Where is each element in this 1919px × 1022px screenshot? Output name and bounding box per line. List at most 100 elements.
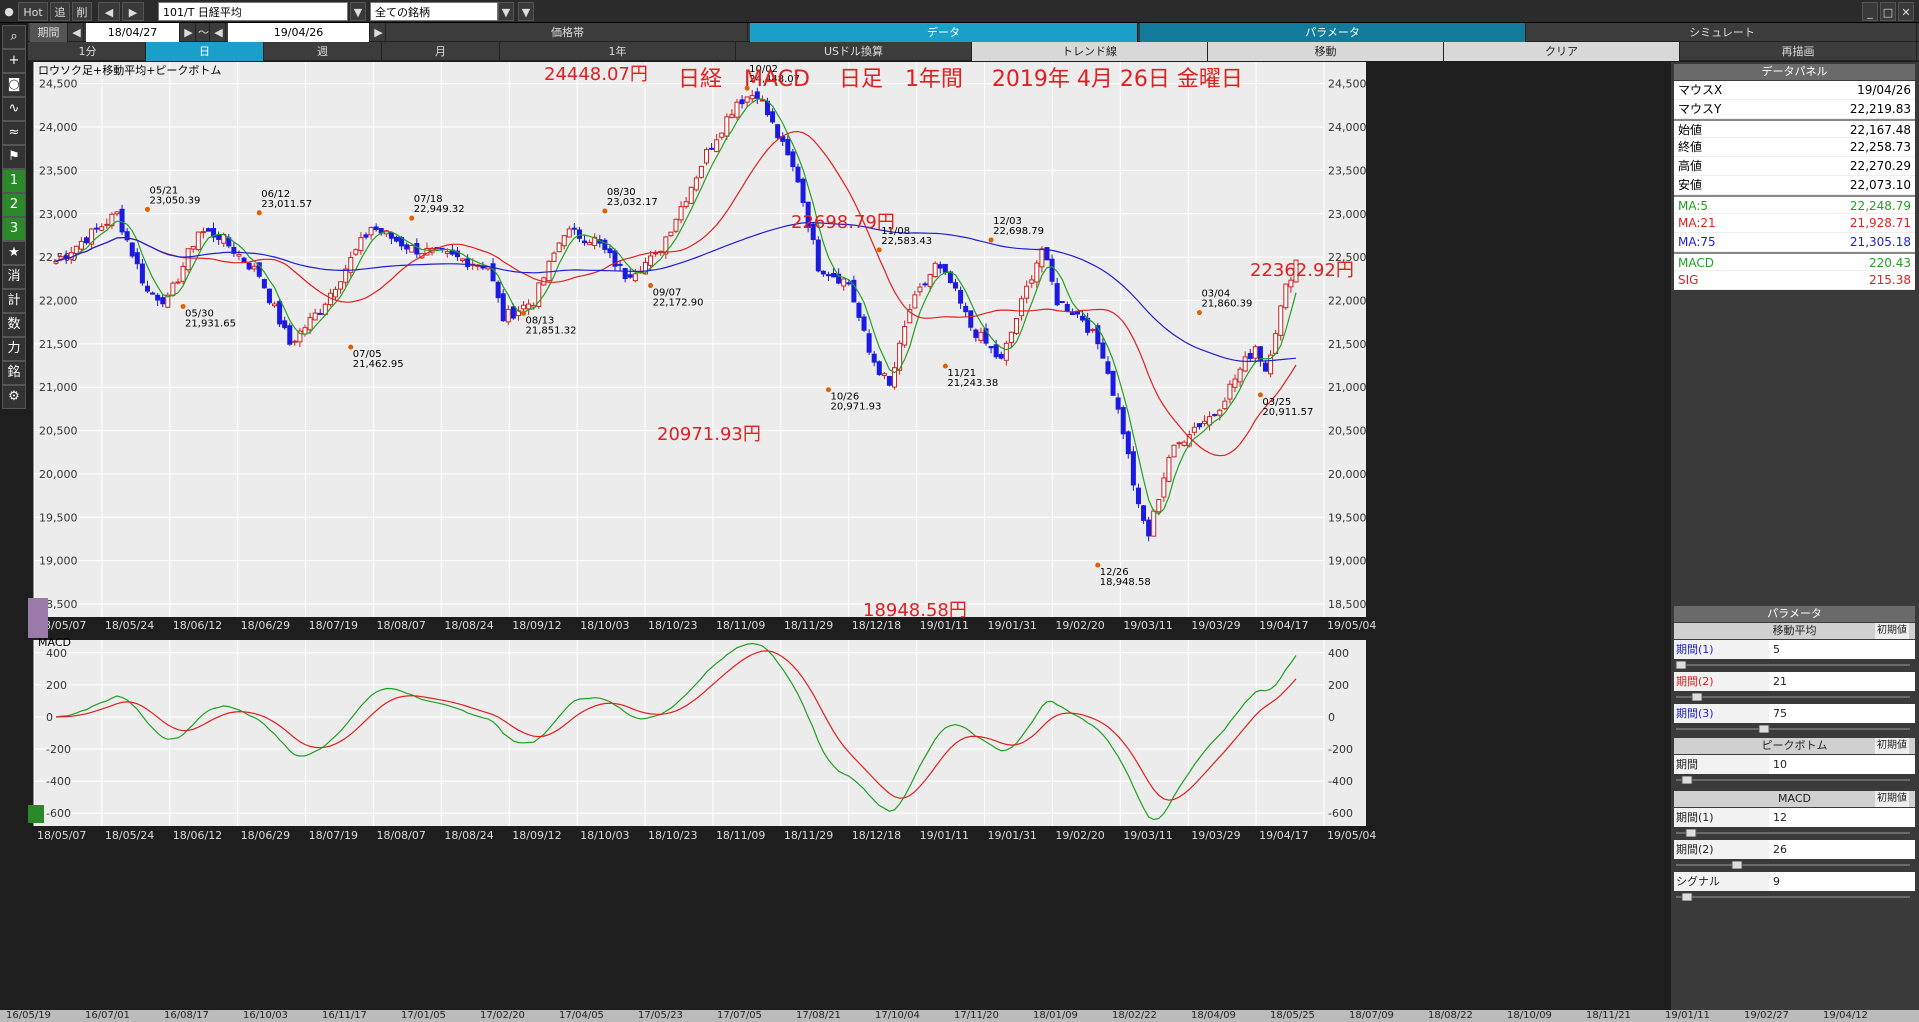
pb-input[interactable]: 10	[1769, 755, 1915, 774]
y-tick-label: 24,000	[39, 121, 78, 134]
crosshair-icon[interactable]: +	[2, 49, 26, 73]
chart-icon[interactable]: ∿	[2, 97, 26, 121]
signal-label: シグナル	[1676, 875, 1720, 888]
timeline-scrollbar[interactable]: 16/05/19 16/07/01 16/08/17 16/10/03 16/11/17…	[0, 1010, 1919, 1022]
m2-input[interactable]: 26	[1769, 840, 1915, 859]
y-tick-label-right: 20,500	[1328, 425, 1367, 438]
flag-icon[interactable]: ⚑	[2, 145, 26, 169]
candle-body	[653, 252, 659, 255]
peak-marker	[256, 210, 262, 216]
left-tool-10[interactable]: 消	[2, 265, 26, 289]
signal-slider[interactable]	[1674, 893, 1912, 901]
m1-input[interactable]: 12	[1769, 808, 1915, 827]
pb-slider[interactable]	[1674, 776, 1912, 784]
add-button[interactable]: 追	[50, 2, 70, 21]
data-key: MA:75	[1678, 235, 1716, 249]
left-tool-14[interactable]: 銘	[2, 361, 26, 385]
tab-daily[interactable]: 日	[146, 42, 264, 61]
usd-button[interactable]: USドル換算	[736, 42, 972, 61]
left-tool-11[interactable]: 計	[2, 289, 26, 313]
p2-slider[interactable]	[1674, 693, 1912, 701]
chevron-down-icon[interactable]: ▼	[518, 2, 534, 21]
filter-select[interactable]: 全ての銘柄	[370, 2, 498, 21]
left-tool-7[interactable]: 2	[2, 193, 26, 217]
next-arrow-icon[interactable]: ▶	[372, 23, 386, 42]
candle-body	[1181, 441, 1187, 446]
date-to-input[interactable]: 19/04/26	[228, 23, 370, 42]
tab-1year[interactable]: 1年	[500, 42, 736, 61]
chevron-down-icon[interactable]: ▼	[350, 2, 366, 21]
candle-body	[1202, 420, 1208, 425]
macd-reset-button[interactable]: 初期値	[1875, 791, 1909, 807]
symbol-select[interactable]: 101/T 日経平均	[158, 2, 348, 21]
data-key: 始値	[1678, 123, 1703, 137]
candle-body	[1263, 362, 1269, 372]
tab-price-band[interactable]: 価格帯	[388, 23, 748, 42]
left-tool-8[interactable]: 3	[2, 217, 26, 241]
gear-icon[interactable]: ⚙	[2, 385, 26, 409]
p1-input[interactable]: 5	[1769, 640, 1915, 659]
data-value: 22,167.48	[1849, 123, 1911, 137]
redraw-button[interactable]: 再描画	[1680, 42, 1917, 61]
candle-body	[393, 236, 399, 242]
left-tool-12[interactable]: 数	[2, 313, 26, 337]
macd-x-tick-label: 18/12/18	[852, 829, 901, 842]
m1-slider[interactable]	[1674, 829, 1912, 837]
maximize-icon[interactable]: □	[1880, 2, 1896, 21]
trendline-button[interactable]: トレンド線	[972, 42, 1208, 61]
tab-weekly[interactable]: 週	[264, 42, 382, 61]
candle-body	[205, 228, 211, 232]
search-icon[interactable]: ⌕	[2, 25, 26, 49]
candle-body	[409, 244, 415, 253]
candle-body	[800, 178, 806, 203]
macd-tick-label: 0	[46, 711, 53, 724]
data-panel-title: データパネル	[1674, 64, 1915, 80]
ma-reset-button[interactable]: 初期値	[1875, 623, 1909, 639]
move-button[interactable]: 移動	[1208, 42, 1444, 61]
prev-arrow-icon[interactable]: ◀	[212, 23, 226, 42]
peak-value: 21,931.65	[185, 318, 236, 329]
candle-body	[714, 139, 720, 153]
prev-arrow-icon[interactable]: ◀	[98, 2, 120, 21]
left-tool-6[interactable]: 1	[2, 169, 26, 193]
camera-icon[interactable]: ◙	[2, 73, 26, 97]
p1-slider[interactable]	[1674, 661, 1912, 669]
lightbulb-icon[interactable]: ●	[2, 2, 16, 21]
pb-reset-button[interactable]: 初期値	[1875, 738, 1909, 754]
prev-arrow-icon[interactable]: ◀	[70, 23, 84, 42]
next-arrow-icon[interactable]: ▶	[182, 23, 196, 42]
candle-body	[627, 274, 633, 278]
candle-body	[1242, 356, 1248, 372]
left-tool-9[interactable]: ★	[2, 241, 26, 265]
x-tick-label: 18/05/24	[105, 619, 154, 632]
menu-row-2: 1分 日 週 月 1年 USドル換算 トレンド線 移動 クリア 再描画	[28, 42, 1919, 61]
left-tool-13[interactable]: 力	[2, 337, 26, 361]
candle-body	[953, 282, 959, 289]
p2-input[interactable]: 21	[1769, 672, 1915, 691]
timeline-tick: 16/05/19	[6, 1010, 51, 1021]
delete-button[interactable]: 削	[72, 2, 92, 21]
minimize-icon[interactable]: _	[1862, 2, 1878, 21]
p3-input[interactable]: 75	[1769, 704, 1915, 723]
tab-parameter[interactable]: パラメータ	[1140, 23, 1526, 42]
tab-1min[interactable]: 1分	[30, 42, 146, 61]
next-arrow-icon[interactable]: ▶	[122, 2, 144, 21]
tab-data[interactable]: データ	[750, 23, 1138, 42]
candle-body	[1166, 457, 1172, 482]
candle-body	[1008, 331, 1014, 343]
m2-slider[interactable]	[1674, 861, 1912, 869]
indicator-icon[interactable]: ≈	[2, 121, 26, 145]
close-icon[interactable]: ✕	[1898, 2, 1914, 21]
chart-title: ロウソク足+移動平均+ピークボトム	[38, 63, 221, 77]
date-from-input[interactable]: 18/04/27	[86, 23, 180, 42]
chevron-down-icon[interactable]: ▼	[498, 2, 514, 21]
tab-simulate[interactable]: シミュレート	[1528, 23, 1917, 42]
candle-body	[190, 245, 196, 250]
p3-slider[interactable]	[1674, 725, 1912, 733]
tab-monthly[interactable]: 月	[382, 42, 500, 61]
peak-value: 22,698.79	[993, 226, 1044, 237]
signal-input[interactable]: 9	[1769, 872, 1915, 891]
timeline-tick: 17/10/04	[875, 1010, 920, 1021]
hot-button[interactable]: Hot	[18, 2, 48, 21]
clear-button[interactable]: クリア	[1444, 42, 1680, 61]
